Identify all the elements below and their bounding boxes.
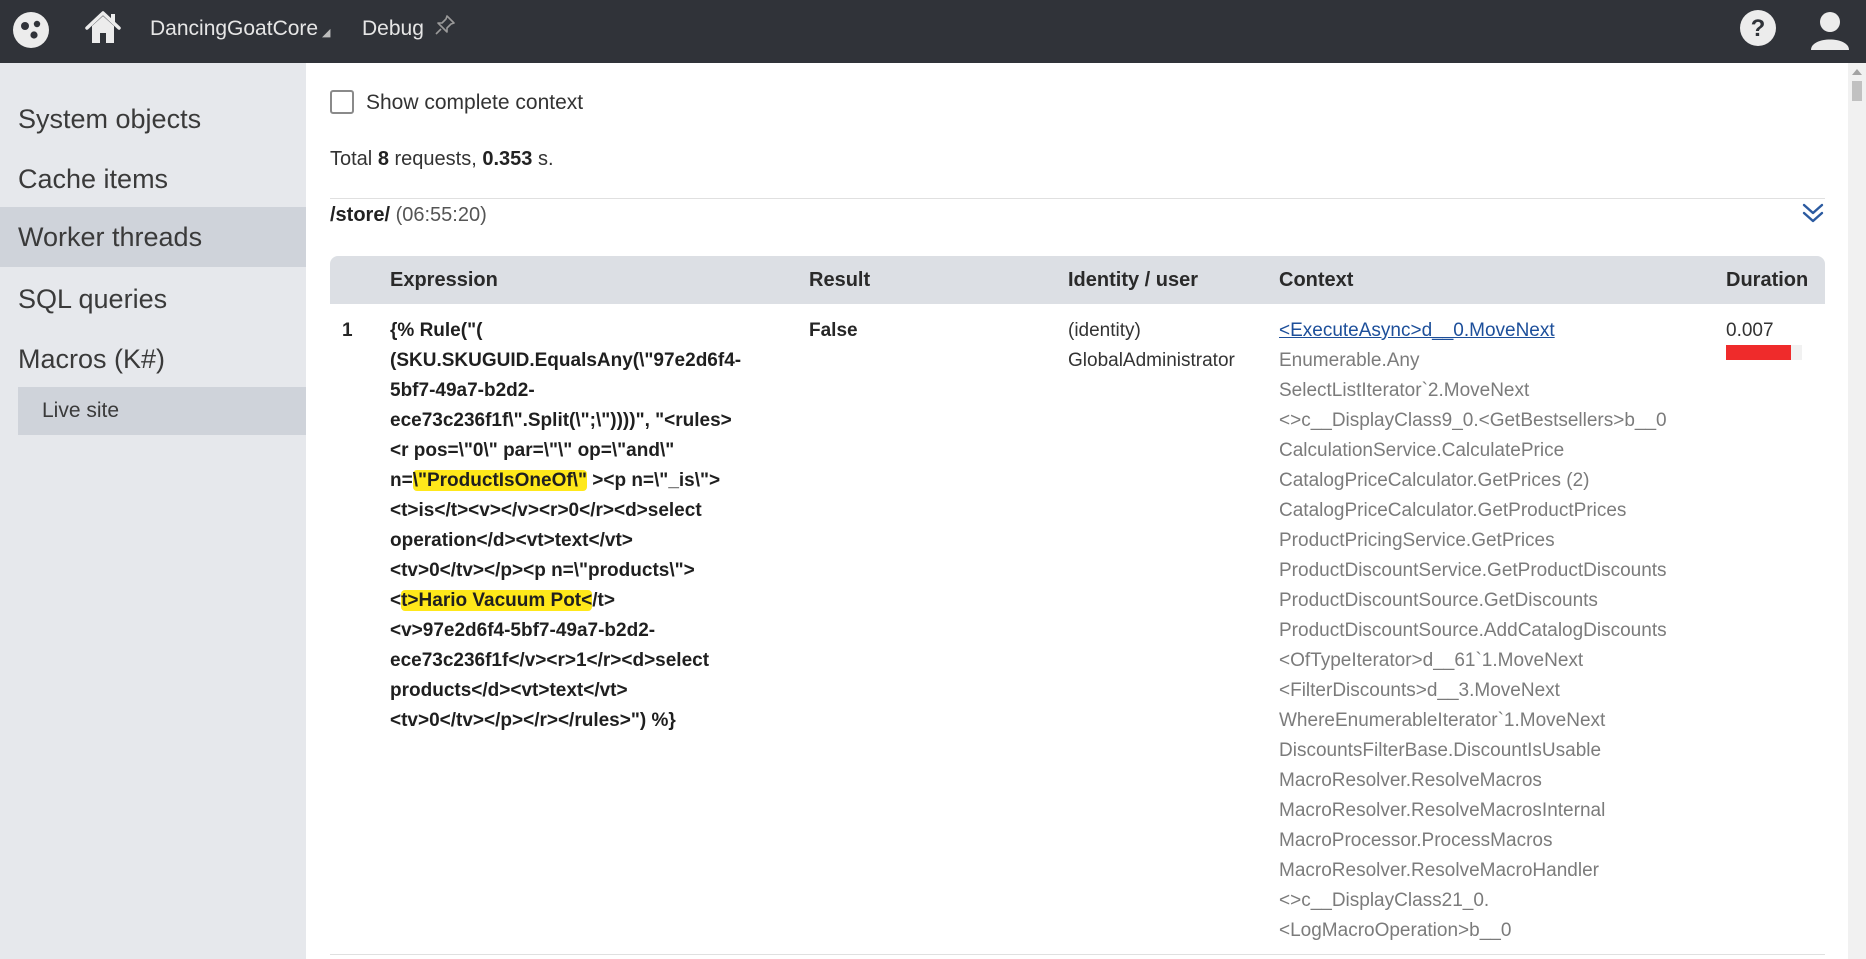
requests-summary: Total 8 requests, 0.353 s. — [330, 148, 554, 171]
column-header-expression: Expression — [390, 269, 498, 291]
column-header-duration: Duration — [1726, 269, 1809, 291]
column-header-context: Context — [1279, 269, 1354, 291]
request-path: /store/ — [330, 204, 391, 226]
context-cell: <ExecuteAsync>d__0.MoveNext Enumerable.A… — [1279, 316, 1667, 946]
expression-line: ece73c236f1f\".Split(\";\"))))", "<rules… — [390, 410, 732, 431]
expression-line: <t>is</t><v></v><r>0</r><d>select — [390, 500, 702, 521]
sidebar-item-macros[interactable]: Macros (K#) — [0, 329, 306, 389]
context-line: DiscountsFilterBase.DiscountIsUsable — [1279, 740, 1602, 761]
result-cell: False — [809, 320, 858, 341]
context-line: ProductDiscountService.GetProductDiscoun… — [1279, 560, 1667, 581]
sidebar-item-system-objects[interactable]: System objects — [0, 89, 306, 149]
summary-prefix: Total — [330, 148, 378, 170]
context-line: CatalogPriceCalculator.GetProductPrices — [1279, 500, 1627, 521]
sidebar-item-worker-threads[interactable]: Worker threads — [0, 207, 306, 267]
sidebar-item-sql-queries[interactable]: SQL queries — [0, 269, 306, 329]
top-bar: DancingGoatCore ◢ Debug ? — [0, 0, 1866, 63]
context-line: ProductPricingService.GetPrices — [1279, 530, 1555, 551]
expression-highlight: t>Hario Vacuum Pot< — [401, 590, 593, 611]
expression-line: <r pos=\"0\" par=\"\" op=\"and\" — [390, 440, 675, 461]
svg-text:?: ? — [1751, 15, 1766, 42]
context-line: Enumerable.Any — [1279, 350, 1420, 371]
site-selector[interactable]: DancingGoatCore — [150, 17, 318, 41]
sidebar-subitem-live-site[interactable]: Live site — [18, 387, 306, 435]
section-divider — [330, 198, 1825, 199]
duration-bar-fill — [1726, 345, 1791, 360]
context-line: ProductDiscountSource.AddCatalogDiscount… — [1279, 620, 1667, 641]
expression-line: {% Rule("( — [390, 320, 483, 341]
expression-line: <tv>0</tv></p></r></rules>") %} — [390, 710, 676, 731]
context-line: MacroResolver.ResolveMacros — [1279, 770, 1542, 791]
help-icon[interactable]: ? — [1738, 8, 1778, 48]
context-line: ProductDiscountSource.GetDiscounts — [1279, 590, 1598, 611]
expression-line-highlighted: <t>Hario Vacuum Pot</t> — [390, 586, 741, 616]
expression-text: /t> — [592, 590, 615, 611]
expression-line: operation</d><vt>text</vt> — [390, 530, 633, 551]
request-header: /store/ (06:55:20) — [330, 204, 487, 227]
user-avatar-icon[interactable] — [1808, 8, 1852, 52]
row-divider — [330, 954, 1825, 955]
sidebar: System objects Cache items Worker thread… — [0, 63, 306, 959]
home-icon[interactable] — [83, 8, 123, 48]
vertical-scrollbar[interactable] — [1848, 63, 1866, 959]
identity-user: GlobalAdministrator — [1068, 350, 1235, 371]
summary-suffix: s. — [532, 148, 554, 170]
expression-text: n= — [390, 470, 413, 491]
context-line: <>c__DisplayClass21_0. — [1279, 890, 1490, 911]
expression-line: (SKU.SKUGUID.EqualsAny(\"97e2d6f4- — [390, 350, 742, 371]
context-line: SelectListIterator`2.MoveNext — [1279, 380, 1530, 401]
table-header: Expression Result Identity / user Contex… — [330, 256, 1825, 304]
context-link[interactable]: <ExecuteAsync>d__0.MoveNext — [1279, 320, 1555, 341]
site-selector-caret-icon[interactable]: ◢ — [322, 26, 330, 39]
expression-highlight: \"ProductIsOneOf\" — [412, 470, 587, 491]
collapse-chevron-icon[interactable] — [1800, 200, 1826, 226]
context-line: <>c__DisplayClass9_0.<GetBestsellers>b__… — [1279, 410, 1667, 431]
sidebar-item-cache-items[interactable]: Cache items — [0, 149, 306, 209]
expression-line: ece73c236f1f</v><r>1</r><d>select — [390, 650, 710, 671]
context-line: MacroResolver.ResolveMacroHandler — [1279, 860, 1599, 881]
context-line: <OfTypeIterator>d__61`1.MoveNext — [1279, 650, 1584, 671]
summary-total-time: 0.353 — [482, 148, 533, 170]
request-time: (06:55:20) — [395, 204, 487, 226]
pin-icon[interactable] — [434, 14, 456, 36]
expression-line-highlighted: n=\"ProductIsOneOf\" ><p n=\"_is\"> — [390, 466, 741, 496]
summary-request-count: 8 — [377, 148, 389, 170]
column-header-result: Result — [809, 269, 871, 291]
context-line: WhereEnumerableIterator`1.MoveNext — [1279, 710, 1606, 731]
summary-mid: requests, — [388, 148, 483, 170]
identity-label: (identity) — [1068, 320, 1141, 341]
column-header-identity: Identity / user — [1068, 269, 1199, 291]
context-line: <FilterDiscounts>d__3.MoveNext — [1279, 680, 1560, 701]
expression-line: 5bf7-49a7-b2d2- — [390, 380, 535, 401]
expression-line: <tv>0</tv></p><p n=\"products\"> — [390, 560, 695, 581]
context-line: CatalogPriceCalculator.GetPrices (2) — [1279, 470, 1590, 491]
context-line: CalculationService.CalculatePrice — [1279, 440, 1565, 461]
identity-cell: (identity) GlobalAdministrator — [1068, 316, 1235, 376]
expression-line: <v>97e2d6f4-5bf7-49a7-b2d2- — [390, 620, 656, 641]
show-complete-context-checkbox[interactable] — [330, 90, 354, 114]
row-index: 1 — [342, 320, 353, 341]
scroll-up-arrow-icon[interactable] — [1852, 69, 1862, 75]
context-line: <LogMacroOperation>b__0 — [1279, 920, 1512, 941]
duration-value: 0.007 — [1726, 320, 1774, 341]
expression-text: < — [390, 590, 402, 611]
scrollbar-thumb[interactable] — [1852, 81, 1862, 101]
context-line: MacroResolver.ResolveMacrosInternal — [1279, 800, 1606, 821]
expression-text: ><p n=\"_is\"> — [586, 470, 721, 491]
expression-line: products</d><vt>text</vt> — [390, 680, 628, 701]
show-complete-context-label[interactable]: Show complete context — [366, 91, 583, 115]
expression-cell: {% Rule("( (SKU.SKUGUID.EqualsAny(\"97e2… — [390, 316, 741, 736]
duration-bar — [1726, 345, 1802, 360]
app-name: Debug — [362, 17, 424, 40]
context-line: MacroProcessor.ProcessMacros — [1279, 830, 1553, 851]
kentico-logo-icon[interactable] — [11, 10, 51, 50]
